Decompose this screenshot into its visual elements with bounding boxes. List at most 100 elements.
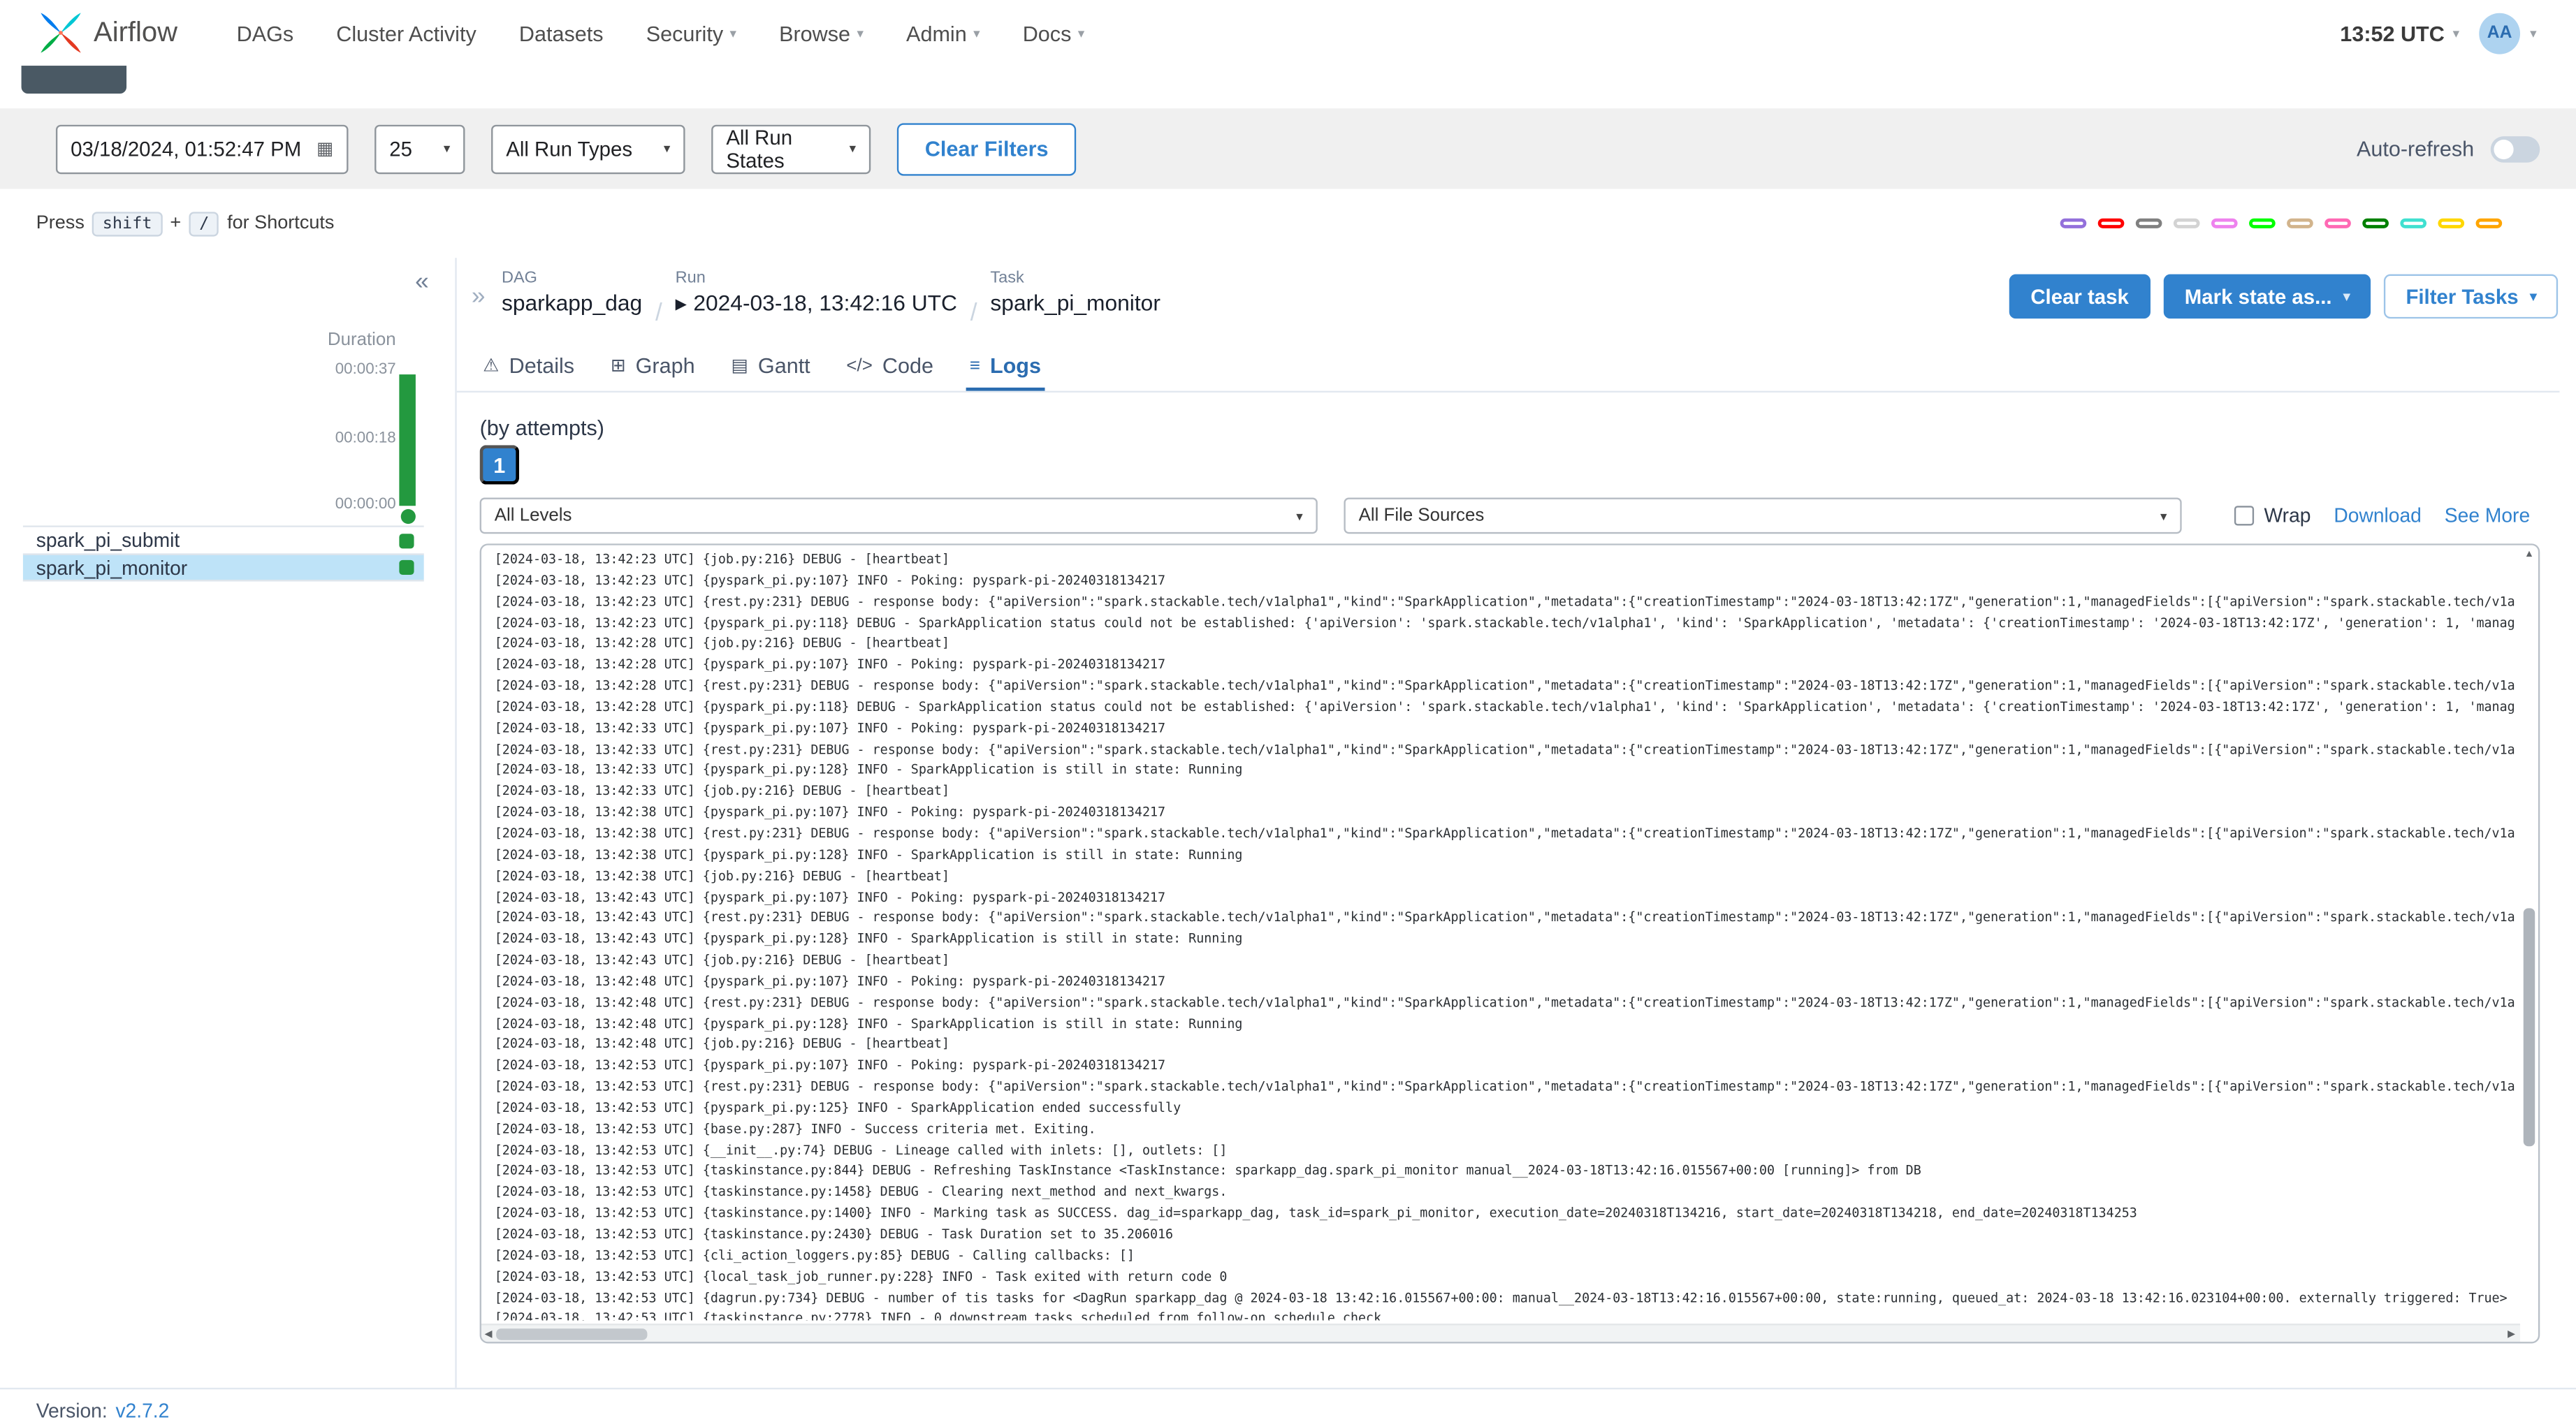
- log-line: [2024-03-18, 13:42:53 UTC] {base.py:287}…: [494, 1121, 1096, 1136]
- airflow-brand[interactable]: Airflow: [39, 11, 177, 54]
- log-line: [2024-03-18, 13:42:33 UTC] {rest.py:231}…: [494, 741, 2515, 757]
- utc-clock[interactable]: 13:52 UTC: [2340, 20, 2444, 45]
- footer: Version: v2.7.2: [0, 1387, 2576, 1422]
- horizontal-scroll-thumb[interactable]: [496, 1328, 648, 1340]
- task-row[interactable]: spark_pi_monitor: [22, 553, 424, 582]
- state-legend-badge: [2287, 218, 2313, 228]
- chevron-down-icon: ▾: [849, 141, 857, 156]
- nav-item[interactable]: Security ▾: [646, 20, 736, 45]
- mark-state-button[interactable]: Mark state as... ▾: [2163, 274, 2372, 319]
- scrolled-button-remnant: [21, 66, 127, 94]
- vertical-scrollbar[interactable]: ▲: [2520, 545, 2538, 1324]
- chevron-down-icon: ▾: [2160, 508, 2167, 523]
- manual-run-icon: ▶: [675, 295, 687, 312]
- task-link[interactable]: spark_pi_monitor: [990, 289, 1160, 318]
- state-legend-badge: [2438, 218, 2465, 228]
- chevron-down-icon: ▾: [2452, 25, 2460, 41]
- nav-item[interactable]: Admin ▾: [906, 20, 980, 45]
- run-state-dot[interactable]: [400, 508, 416, 525]
- tab[interactable]: ⊞ Graph: [607, 343, 698, 390]
- wrap-toggle[interactable]: Wrap: [2234, 504, 2311, 527]
- main-nav: DAGs Cluster Activity Datasets Security …: [237, 20, 1085, 45]
- log-line: [2024-03-18, 13:42:53 UTC] {pyspark_pi.p…: [494, 1057, 1166, 1073]
- breadcrumb: » DAG sparkapp_dag / Run ▶ 2024-03-18, 1…: [472, 267, 2560, 333]
- airflow-pinwheel-icon: [41, 13, 81, 53]
- task-status-square[interactable]: [399, 533, 414, 548]
- run-states-select[interactable]: All Run States ▾: [711, 124, 871, 174]
- log-levels-select[interactable]: All Levels ▾: [479, 497, 1318, 534]
- scroll-right-icon[interactable]: ▶: [2508, 1328, 2515, 1342]
- state-legend-badge: [2475, 218, 2503, 228]
- breadcrumb-chevrons-icon: »: [471, 282, 486, 311]
- main-area: « Duration 00:00:37 00:00:18 00:00:00 sp…: [0, 258, 2576, 1388]
- horizontal-scrollbar[interactable]: ◀ ▶: [481, 1324, 2521, 1342]
- log-line: [2024-03-18, 13:42:38 UTC] {pyspark_pi.p…: [494, 805, 1166, 820]
- filter-bar: 03/18/2024, 01:52:47 PM ▦ 25 ▾ All Run T…: [0, 108, 2576, 189]
- log-line: [2024-03-18, 13:42:53 UTC] {__init__.py:…: [494, 1142, 1228, 1157]
- version-link[interactable]: v2.7.2: [115, 1399, 169, 1422]
- chevron-down-icon: ▾: [857, 25, 864, 41]
- page-size-select[interactable]: 25 ▾: [374, 124, 465, 174]
- task-status-square[interactable]: [399, 559, 414, 575]
- log-line: [2024-03-18, 13:42:53 UTC] {taskinstance…: [494, 1311, 1382, 1321]
- nav-item[interactable]: Docs ▾: [1023, 20, 1085, 45]
- run-link[interactable]: ▶ 2024-03-18, 13:42:16 UTC: [676, 289, 957, 318]
- log-line: [2024-03-18, 13:42:23 UTC] {pyspark_pi.p…: [494, 573, 1166, 588]
- chevron-down-icon: ▾: [2530, 288, 2537, 305]
- log-line: [2024-03-18, 13:42:53 UTC] {dagrun.py:73…: [494, 1290, 2515, 1305]
- nav-item[interactable]: Datasets: [519, 20, 604, 45]
- nav-item[interactable]: Browse ▾: [779, 20, 864, 45]
- log-line: [2024-03-18, 13:42:48 UTC] {pyspark_pi.p…: [494, 974, 1166, 989]
- wrap-checkbox[interactable]: [2234, 506, 2255, 526]
- state-legend-badge: [2135, 218, 2162, 228]
- task-row[interactable]: spark_pi_submit: [22, 525, 424, 553]
- tab[interactable]: ▤ Gantt: [728, 343, 814, 390]
- toggle-knob: [2494, 138, 2514, 159]
- nav-item[interactable]: DAGs: [237, 20, 294, 45]
- see-more-link[interactable]: See More: [2445, 504, 2530, 527]
- shift-key: shift: [92, 211, 162, 236]
- vertical-scroll-thumb[interactable]: [2523, 908, 2535, 1147]
- duration-axis-label: Duration: [327, 330, 396, 350]
- run-duration-bar[interactable]: [399, 374, 416, 506]
- tab[interactable]: ⚠ Details: [480, 343, 578, 390]
- nav-item[interactable]: Cluster Activity: [336, 20, 476, 45]
- state-legend-badge: [2060, 218, 2087, 228]
- run-types-select[interactable]: All Run Types ▾: [491, 124, 685, 174]
- state-legend-badge: [2362, 218, 2389, 228]
- chevron-down-icon: ▾: [2343, 288, 2350, 305]
- clear-filters-button[interactable]: Clear Filters: [896, 122, 1077, 175]
- base-date-input[interactable]: 03/18/2024, 01:52:47 PM ▦: [55, 124, 349, 174]
- log-line: [2024-03-18, 13:42:48 UTC] {job.py:216} …: [494, 1036, 950, 1052]
- attempt-1-button[interactable]: 1: [479, 445, 520, 485]
- tab[interactable]: ≡ Logs: [966, 343, 1045, 391]
- scroll-left-icon[interactable]: ◀: [485, 1328, 493, 1342]
- scroll-up-icon[interactable]: ▲: [2520, 548, 2538, 562]
- download-link[interactable]: Download: [2334, 504, 2422, 527]
- shortcuts-hint: Press shift + / for Shortcuts: [36, 211, 334, 236]
- auto-refresh-label: Auto-refresh: [2356, 136, 2475, 161]
- details-panel: » DAG sparkapp_dag / Run ▶ 2024-03-18, 1…: [455, 258, 2560, 1388]
- dag-link[interactable]: sparkapp_dag: [502, 289, 642, 318]
- duration-tick: 00:00:18: [335, 429, 396, 448]
- file-sources-select[interactable]: All File Sources ▾: [1344, 497, 2182, 534]
- version-label: Version:: [36, 1399, 108, 1422]
- log-line: [2024-03-18, 13:42:38 UTC] {rest.py:231}…: [494, 826, 2515, 841]
- log-line: [2024-03-18, 13:42:43 UTC] {job.py:216} …: [494, 952, 950, 968]
- tab-icon: ⚠: [483, 356, 500, 376]
- collapse-sidebar-icon[interactable]: «: [415, 267, 429, 295]
- clear-task-button[interactable]: Clear task: [2009, 274, 2151, 319]
- log-line: [2024-03-18, 13:42:38 UTC] {job.py:216} …: [494, 868, 950, 884]
- auto-refresh-toggle[interactable]: [2490, 135, 2540, 162]
- log-line: [2024-03-18, 13:42:53 UTC] {taskinstance…: [494, 1226, 1174, 1242]
- brand-name: Airflow: [94, 16, 177, 48]
- log-links: Wrap Download See More: [2234, 504, 2530, 527]
- tab[interactable]: </> Code: [843, 343, 937, 390]
- avatar[interactable]: AA: [2479, 12, 2521, 54]
- state-legend-badge: [2173, 218, 2200, 228]
- log-line: [2024-03-18, 13:42:53 UTC] {taskinstance…: [494, 1185, 1228, 1200]
- chevron-down-icon: ▾: [443, 141, 451, 156]
- log-controls: All Levels ▾ All File Sources ▾ Wrap Dow…: [479, 497, 2530, 534]
- filter-tasks-button[interactable]: Filter Tasks ▾: [2384, 274, 2559, 319]
- log-line: [2024-03-18, 13:42:33 UTC] {job.py:216} …: [494, 784, 950, 799]
